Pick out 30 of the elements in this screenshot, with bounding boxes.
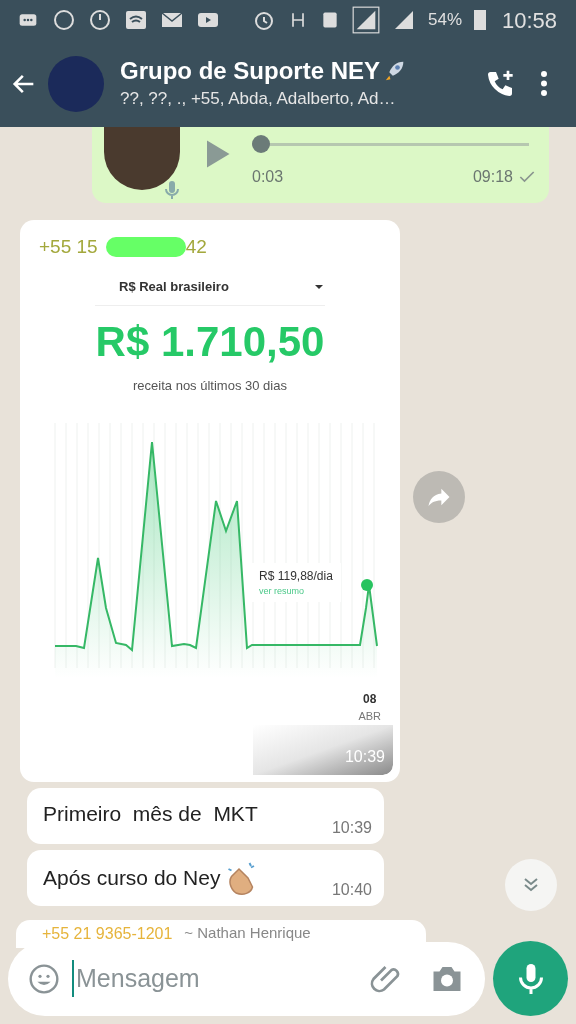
revenue-amount: R$ 1.710,50 xyxy=(95,316,325,367)
signal-icon xyxy=(352,6,380,34)
revenue-caption: receita nos últimos 30 dias xyxy=(133,377,287,395)
sender-name: ~ Nathan Henrique xyxy=(184,924,311,943)
message-text: Primeiro mês de MKT xyxy=(43,801,258,827)
battery-icon xyxy=(474,8,487,32)
sender-phone-end: 42 xyxy=(185,234,207,259)
clock-time: 10:58 xyxy=(502,6,558,35)
more-options-icon xyxy=(541,71,547,96)
message-time: 10:39 xyxy=(331,818,372,838)
message-field[interactable]: Mensagem xyxy=(72,959,357,998)
emoji-icon xyxy=(28,962,60,995)
group-members: ??, ??, ., +55, Abda, Adalberto, Ad… xyxy=(120,87,397,110)
date-day: 08 xyxy=(363,689,377,708)
audio-progress-thumb[interactable] xyxy=(252,135,270,153)
date-month: ABR xyxy=(358,708,381,724)
audio-duration: 0:03 xyxy=(252,167,284,187)
group-title[interactable]: Grupo de Suporte NEY xyxy=(120,55,380,86)
message-time: 10:40 xyxy=(331,880,372,900)
battery-percentage: 54% xyxy=(428,9,463,32)
message-time: 09:18 xyxy=(472,167,513,187)
tooltip-value: R$ 119,88/dia xyxy=(259,567,333,585)
wifi-icon xyxy=(124,8,148,32)
currency-selector: R$ Real brasileiro xyxy=(119,278,229,296)
sender-phone-start: +55 15 xyxy=(39,234,98,259)
message-input[interactable]: Mensagem xyxy=(8,941,485,1016)
power-icon xyxy=(88,8,112,32)
message-time: 10:39 xyxy=(344,747,385,767)
sender-phone: +55 21 9365-1201 xyxy=(42,924,173,944)
message-text: Após curso do Ney xyxy=(43,865,221,892)
